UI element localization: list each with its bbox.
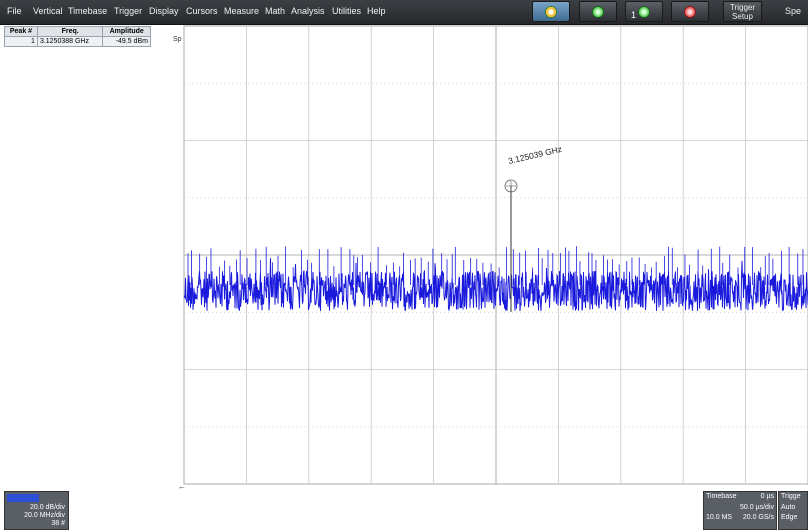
timebase-rate: 20.0 GS/s: [742, 514, 774, 521]
plot-grid: [183, 25, 808, 485]
scale-sweeps: 38 #: [51, 520, 65, 527]
timebase-offset: 0 µs: [760, 493, 774, 500]
timebase-box[interactable]: Timebase 0 µs 50.0 µs/div 10.0 MS 20.0 G…: [703, 491, 777, 530]
trigger-type: Edge: [781, 514, 798, 521]
plot-trace-label: Sp: [173, 36, 182, 43]
trigger-title: Trigge: [781, 493, 801, 500]
left-arrow-icon[interactable]: ←: [178, 482, 186, 491]
trigger-box[interactable]: Trigge Auto Edge: [778, 491, 808, 530]
trace-color-bar: [7, 494, 39, 502]
scale-db-per-div: 20.0 dB/div: [29, 504, 65, 511]
spectrum-plot[interactable]: 3.125039 GHz: [0, 0, 808, 532]
trigger-mode: Auto: [781, 504, 796, 511]
trace-scale-box[interactable]: 20.0 dB/div 20.0 MHz/div 38 #: [4, 491, 69, 530]
timebase-title: Timebase: [706, 493, 737, 500]
scale-mhz-per-div: 20.0 MHz/div: [24, 512, 65, 519]
timebase-memory: 10.0 MS: [706, 514, 733, 521]
timebase-per-div: 50.0 µs/div: [740, 504, 774, 511]
